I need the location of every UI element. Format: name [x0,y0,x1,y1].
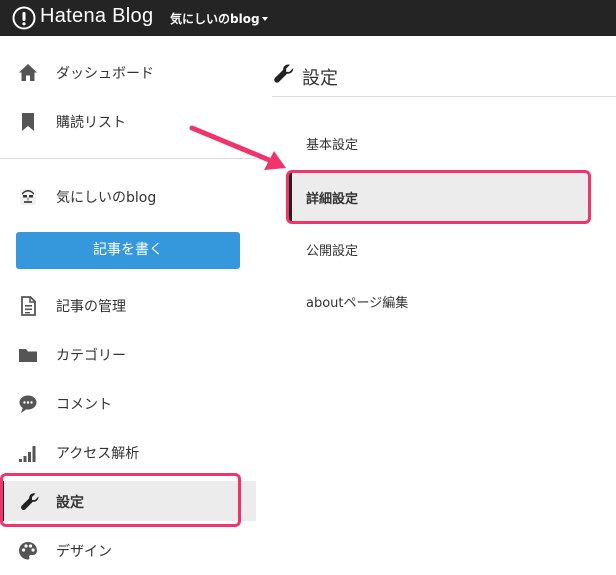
hatena-logo-icon[interactable] [12,6,36,30]
top-bar: Hatena Blog 気にしいのblog [0,0,616,36]
sidebar-item-categories[interactable]: カテゴリー [0,334,256,374]
page-title: 設定 [302,68,338,89]
subnav-item-publish[interactable]: 公開設定 [288,224,588,274]
sidebar-item-design[interactable]: デザイン [0,530,256,570]
brand-name[interactable]: Hatena Blog [40,5,153,28]
sidebar-item-label: 設定 [56,495,84,511]
annotation-arrow-icon [189,125,286,170]
folder-icon [19,349,37,362]
sidebar-item-label: デザイン [56,544,112,560]
bar-chart-icon [19,446,36,462]
comment-icon [19,395,37,413]
palette-icon [19,542,37,560]
home-icon [19,64,37,81]
caret-down-icon [261,16,268,21]
wrench-icon [21,493,39,510]
title-divider [272,96,616,97]
wrench-icon [274,64,294,83]
sidebar-item-label: コメント [56,397,112,413]
blog-selector-label: 気にしいのblog [170,12,260,26]
sidebar-item-blog[interactable]: 気にしいのblog [0,176,256,216]
sidebar-item-comments[interactable]: コメント [0,383,256,423]
sidebar-item-dashboard[interactable]: ダッシュボード [0,52,256,92]
sidebar-item-label: 気にしいのblog [56,190,157,206]
document-icon [21,296,36,316]
sidebar-item-label: 購読リスト [56,115,126,131]
sidebar-item-label: カテゴリー [56,348,126,364]
subnav-item-advanced[interactable]: 詳細設定 [288,172,588,222]
blog-selector[interactable]: 気にしいのblog [170,10,268,27]
subnav-item-about[interactable]: aboutページ編集 [288,276,588,326]
subnav-item-label: aboutページ編集 [306,296,409,311]
write-article-button[interactable]: 記事を書く [16,232,240,269]
sidebar-item-settings[interactable]: 設定 [0,481,256,521]
sidebar-item-label: アクセス解析 [56,446,140,462]
blog-avatar-icon [20,189,36,205]
subnav-item-label: 公開設定 [306,244,359,259]
sidebar-item-label: ダッシュボード [56,66,154,82]
sidebar-item-label: 記事の管理 [56,299,126,315]
bookmark-icon [22,113,34,131]
subnav-item-basic[interactable]: 基本設定 [288,118,588,168]
sidebar: ダッシュボード 購読リスト 気にしいのblog 記事を書く 記事の管理 カテゴリ… [0,36,256,575]
subnav-item-label: 詳細設定 [306,192,359,207]
sidebar-item-manage-articles[interactable]: 記事の管理 [0,285,256,325]
sidebar-item-analytics[interactable]: アクセス解析 [0,432,256,472]
subnav-item-label: 基本設定 [306,138,359,153]
